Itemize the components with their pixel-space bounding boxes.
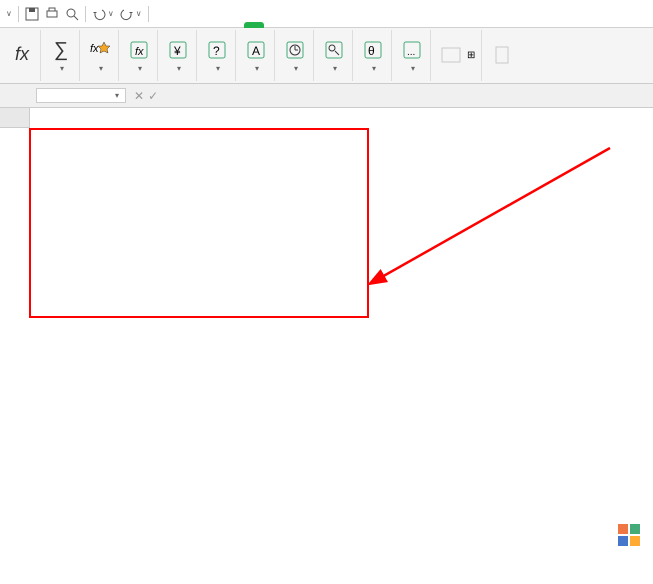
svg-text:?: ? — [213, 44, 220, 58]
all-fx-icon: fx — [127, 38, 151, 62]
annotation-arrow — [350, 138, 630, 358]
tab-view[interactable] — [304, 22, 324, 28]
date-fx-icon — [283, 38, 307, 62]
quick-access-toolbar: ∨ ∨ ∨ — [0, 0, 653, 28]
star-fx-icon: fx — [88, 38, 112, 62]
formula-bar-row: ▾ ✕ ✓ — [0, 84, 653, 108]
tab-data[interactable] — [264, 22, 284, 28]
svg-text:¥: ¥ — [173, 44, 181, 58]
lookup-fn-button[interactable]: ▾ — [316, 30, 353, 81]
text-fx-icon: A — [244, 38, 268, 62]
tab-start[interactable] — [184, 22, 204, 28]
accept-icon[interactable]: ✓ — [148, 89, 158, 103]
paste-icon — [490, 43, 514, 67]
insert-function-button[interactable]: fx — [4, 30, 41, 81]
math-fn-button[interactable]: θ ▾ — [355, 30, 392, 81]
svg-text:fx: fx — [135, 46, 144, 58]
tab-review[interactable] — [284, 22, 304, 28]
logic-fx-icon: ? — [205, 38, 229, 62]
tab-dev[interactable] — [344, 22, 364, 28]
logic-fn-button[interactable]: ? ▾ — [199, 30, 236, 81]
tab-insert[interactable] — [204, 22, 224, 28]
formula-controls: ✕ ✓ — [134, 89, 168, 103]
autosum-button[interactable]: ∑ ▾ — [43, 30, 80, 81]
ribbon: fx ∑ ▾ fx ▾ fx ▾ ¥ ▾ ? ▾ A ▾ ▾ ▾ θ ▾ ...… — [0, 28, 653, 84]
lookup-fx-icon — [322, 38, 346, 62]
paste-button — [484, 30, 520, 81]
tab-layout[interactable] — [224, 22, 244, 28]
name-box[interactable]: ▾ — [36, 88, 126, 103]
money-fx-icon: ¥ — [166, 38, 190, 62]
svg-text:A: A — [252, 44, 260, 58]
datetime-fn-button[interactable]: ▾ — [277, 30, 314, 81]
math-fx-icon: θ — [361, 38, 385, 62]
spreadsheet-grid[interactable] — [0, 108, 653, 128]
fx-icon: fx — [10, 43, 34, 67]
other-fx-icon: ... — [400, 38, 424, 62]
svg-text:fx: fx — [90, 43, 99, 55]
select-all-corner[interactable] — [0, 108, 30, 128]
svg-text:θ: θ — [368, 44, 375, 58]
other-fn-button[interactable]: ... ▾ — [394, 30, 431, 81]
tab-special[interactable] — [364, 22, 384, 28]
tab-formula[interactable] — [244, 22, 264, 28]
name-mgr-icon — [439, 43, 463, 67]
watermark — [616, 522, 647, 548]
tab-security[interactable] — [324, 22, 344, 28]
name-manager-button: ⊞ — [433, 30, 482, 81]
all-fn-button[interactable]: fx ▾ — [121, 30, 158, 81]
highlight-box — [29, 128, 369, 318]
common-fn-button[interactable]: fx ▾ — [82, 30, 119, 81]
cancel-icon[interactable]: ✕ — [134, 89, 144, 103]
finance-fn-button[interactable]: ¥ ▾ — [160, 30, 197, 81]
text-fn-button[interactable]: A ▾ — [238, 30, 275, 81]
svg-text:...: ... — [407, 47, 415, 58]
ribbon-tabs — [4, 4, 384, 28]
sum-icon: ∑ — [49, 38, 73, 62]
